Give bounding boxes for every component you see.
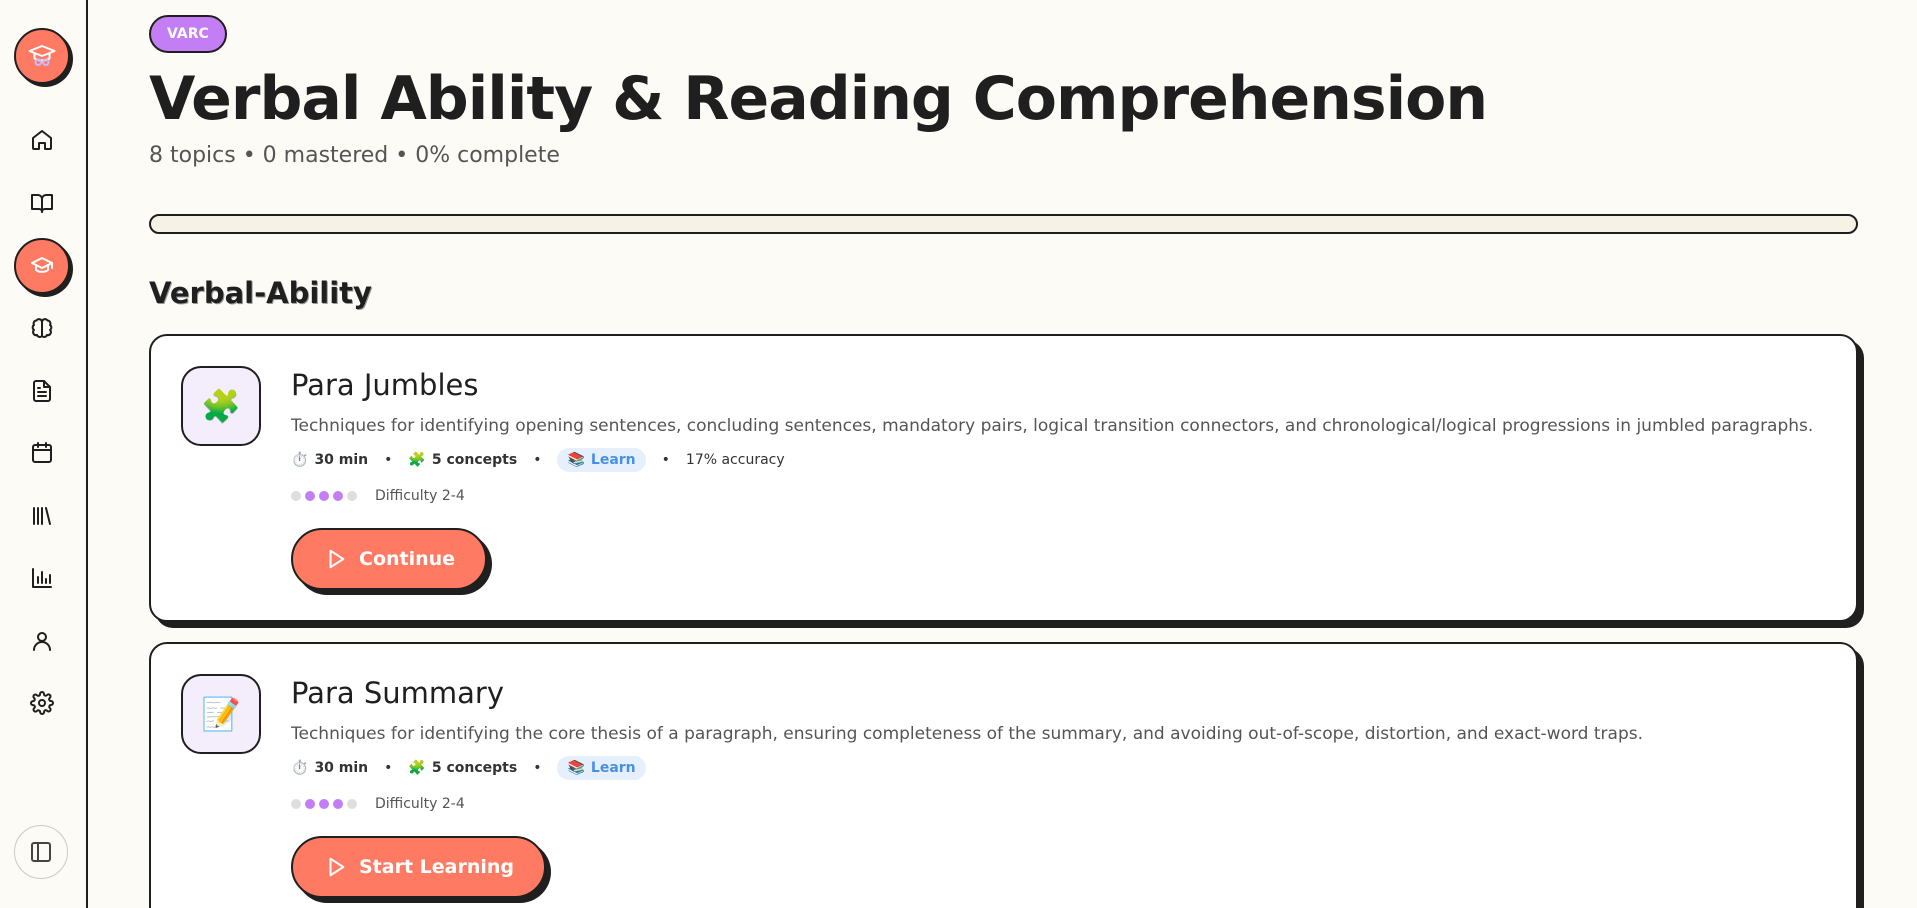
nav-analytics[interactable] [22,558,62,598]
difficulty-label: Difficulty 2-4 [375,488,465,504]
books-icon: 📚 [567,452,585,468]
nav-documents[interactable] [22,371,62,411]
library-icon [33,507,51,525]
concepts-count: 🧩 5 concepts [408,760,518,776]
concepts-count: 🧩 5 concepts [408,452,518,468]
section-title: Verbal-Ability [149,276,372,310]
sidebar [0,0,88,908]
start-learning-button[interactable]: Start Learning [291,836,547,898]
memo-icon: 📝 [201,695,241,733]
difficulty-dot [305,799,315,809]
book-open-icon [31,194,53,213]
topic-icon: 📝 [181,674,261,754]
difficulty-dot [305,491,315,501]
graduation-cap-glasses-icon [28,45,56,67]
puzzle-icon: 🧩 [201,387,241,425]
stopwatch-icon: ⏱️ [291,452,309,468]
topic-icon: 🧩 [181,366,261,446]
topic-meta: ⏱️ 30 min • 🧩 5 concepts • 📚 Learn [291,756,646,780]
difficulty-dot [347,799,357,809]
nav-settings[interactable] [22,683,62,723]
nav-learn[interactable] [14,238,70,294]
mode-badge: 📚 Learn [557,756,646,780]
difficulty-dot [347,491,357,501]
topic-card[interactable]: 🧩 Para Jumbles Techniques for identifyin… [149,334,1858,622]
books-icon: 📚 [567,760,585,776]
nav-calendar[interactable] [22,433,62,473]
progress-bar [149,214,1858,234]
topic-description: Techniques for identifying the core thes… [291,724,1643,744]
difficulty-dot [333,491,343,501]
topic-meta: ⏱️ 30 min • 🧩 5 concepts • 📚 Learn • 17% ac… [291,448,785,472]
difficulty-label: Difficulty 2-4 [375,796,465,812]
difficulty-indicator: Difficulty 2-4 [291,796,465,812]
nav-library[interactable] [22,496,62,536]
difficulty-dot [291,799,301,809]
accuracy: 17% accuracy [685,452,785,468]
stopwatch-icon: ⏱️ [291,760,309,776]
nav-book[interactable] [22,183,62,223]
subject-badge: VARC [149,15,227,53]
duration: ⏱️ 30 min [291,760,369,776]
page-title: Verbal Ability & Reading Comprehension [149,64,1488,134]
play-icon [329,549,345,569]
home-icon [32,130,52,150]
topic-card[interactable]: 📝 Para Summary Techniques for identifyin… [149,642,1858,908]
nav-brain[interactable] [22,309,62,349]
difficulty-indicator: Difficulty 2-4 [291,488,465,504]
brain-icon [31,318,53,338]
puzzle-icon: 🧩 [408,452,426,468]
topic-title: Para Summary [291,676,505,710]
calendar-icon [32,442,52,463]
nav-home[interactable] [22,120,62,160]
bar-chart-icon [32,568,52,588]
play-icon [329,857,345,877]
sidebar-collapse-button[interactable] [14,825,68,879]
mode-badge: 📚 Learn [557,448,646,472]
graduation-cap-icon [31,257,53,273]
puzzle-icon: 🧩 [408,760,426,776]
settings-icon [30,691,54,715]
duration: ⏱️ 30 min [291,452,369,468]
user-icon [33,632,51,651]
topic-title: Para Jumbles [291,368,479,402]
document-icon [33,380,51,402]
topic-description: Techniques for identifying opening sente… [291,416,1814,436]
difficulty-dot [291,491,301,501]
continue-button[interactable]: Continue [291,528,488,590]
panel-left-icon [31,842,51,862]
app-logo[interactable] [14,28,70,84]
page-subtitle: 8 topics • 0 mastered • 0% complete [149,143,560,168]
difficulty-dot [333,799,343,809]
difficulty-dot [319,491,329,501]
nav-profile[interactable] [22,621,62,661]
difficulty-dot [319,799,329,809]
